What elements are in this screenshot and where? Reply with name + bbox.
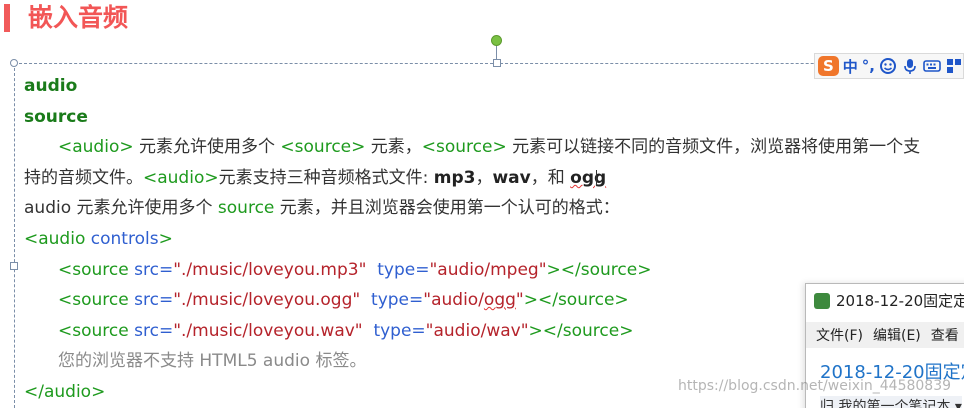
- inline-code: <audio>: [143, 168, 219, 188]
- code-attr: type: [371, 290, 410, 310]
- text-line-paragraph-3: audio 元素允许使用多个 source 元素，并且浏览器会使用第一个认可的格…: [24, 196, 620, 220]
- code-attr: controls: [90, 229, 159, 249]
- text-span: 持的音频文件。: [24, 168, 143, 188]
- format-ogg: ogg: [570, 168, 607, 188]
- menu-edit[interactable]: 编辑(E): [873, 325, 921, 345]
- code-attr: src: [134, 321, 159, 341]
- ime-punct-toggle[interactable]: °,: [862, 57, 875, 75]
- text-span: ，: [475, 168, 493, 188]
- section-heading: 嵌入音频: [28, 3, 129, 32]
- watermark: https://blog.csdn.net/weixin_44580839: [678, 378, 952, 394]
- inline-code: <source>: [280, 137, 366, 157]
- inline-code: <source>: [421, 137, 507, 157]
- code-line-source-wav: <source src="./music/loveyou.wav" type="…: [58, 319, 633, 343]
- evernote-logo-icon: [814, 292, 830, 309]
- code-eq: =: [158, 260, 174, 280]
- code-attr: type: [373, 321, 412, 341]
- text-span: 元素允许使用多个: [133, 137, 281, 157]
- code-line-audio-open: <audio controls>: [24, 227, 173, 251]
- code-string: "./music/loveyou.ogg": [173, 290, 361, 310]
- sogou-logo-icon[interactable]: S: [818, 56, 839, 76]
- code-string-misspelled: ogg: [483, 290, 516, 310]
- code-tag: <audio: [24, 229, 91, 249]
- emoji-icon[interactable]: [879, 57, 897, 75]
- code-tag: >: [158, 229, 173, 249]
- text-line-paragraph-1: <audio> 元素允许使用多个 <source> 元素，<source> 元素…: [58, 135, 920, 159]
- code-tag: <source: [58, 321, 135, 341]
- code-tag: ></source>: [523, 290, 629, 310]
- code-attr: type: [377, 260, 416, 280]
- resize-handle-middle-left[interactable]: [10, 262, 18, 270]
- microphone-icon[interactable]: [901, 57, 919, 75]
- code-eq: =: [415, 260, 430, 280]
- format-wav: wav: [492, 168, 531, 188]
- popup-title-text: 2018-12-20固定定: [836, 292, 964, 310]
- code-line-audio-close: </audio>: [24, 382, 106, 402]
- code-string: "./music/loveyou.mp3": [173, 260, 367, 280]
- code-eq: =: [409, 290, 424, 310]
- format-mp3: mp3: [433, 168, 476, 188]
- code-string: ": [515, 290, 524, 310]
- code-tag: <source: [58, 260, 135, 280]
- code-string: "audio/: [423, 290, 484, 310]
- grid-icon[interactable]: [945, 57, 963, 75]
- heading-accent-bar: [4, 4, 10, 32]
- keyboard-icon[interactable]: [923, 57, 941, 75]
- text-span: 元素，并且浏览器会使用第一个认可的格式：: [274, 198, 620, 218]
- rotation-handle[interactable]: [491, 35, 502, 46]
- textbox-border-left: [14, 63, 15, 408]
- code-tag: <source: [58, 290, 135, 310]
- resize-handle-top-left[interactable]: [10, 59, 18, 67]
- code-eq: =: [411, 321, 426, 341]
- ime-mode-toggle[interactable]: 中: [843, 56, 858, 77]
- inline-code: source: [217, 198, 275, 218]
- text-span: 元素可以链接不同的音频文件，浏览器将使用第一个支: [506, 137, 921, 157]
- menu-file[interactable]: 文件(F): [816, 325, 863, 345]
- code-attr: src: [134, 290, 159, 310]
- text-cursor: [596, 170, 599, 186]
- text-line-audio: audio: [24, 76, 78, 96]
- text-span: audio 元素允许使用多个: [24, 198, 218, 218]
- text-line-source: source: [24, 107, 88, 127]
- code-line-source-mp3: <source src="./music/loveyou.mp3" type="…: [58, 258, 651, 282]
- text-span: 元素支持三种音频格式文件:: [218, 168, 434, 188]
- menu-view[interactable]: 查看: [931, 325, 959, 345]
- text-line-paragraph-2: 持的音频文件。<audio>元素支持三种音频格式文件: mp3，wav，和 og…: [24, 166, 606, 190]
- text-span: 元素，: [365, 137, 422, 157]
- text-span: ，和: [530, 168, 571, 188]
- ime-toolbar[interactable]: S 中 °,: [814, 53, 964, 79]
- code-tag: ></source>: [546, 260, 652, 280]
- code-line-source-ogg: <source src="./music/loveyou.ogg" type="…: [58, 288, 629, 312]
- notebook-selector[interactable]: 归 我的第一个笔记本 ▾: [820, 396, 962, 408]
- document-canvas: 嵌入音频 S 中 °, audio source <audio> 元素允许使用多…: [0, 0, 964, 408]
- code-eq: =: [158, 321, 174, 341]
- popup-titlebar[interactable]: 2018-12-20固定定: [814, 290, 964, 311]
- code-string: "./music/loveyou.wav": [173, 321, 363, 341]
- code-string: "audio/mpeg": [429, 260, 547, 280]
- code-string: "audio/wav": [425, 321, 529, 341]
- code-attr: src: [134, 260, 159, 280]
- code-eq: =: [158, 290, 174, 310]
- inline-code: <audio>: [58, 137, 134, 157]
- code-line-fallback-text: 您的浏览器不支持 HTML5 audio 标签。: [58, 351, 367, 371]
- popup-menubar: 文件(F) 编辑(E) 查看: [806, 322, 964, 348]
- resize-handle-top-center[interactable]: [493, 59, 501, 67]
- code-tag: ></source>: [528, 321, 634, 341]
